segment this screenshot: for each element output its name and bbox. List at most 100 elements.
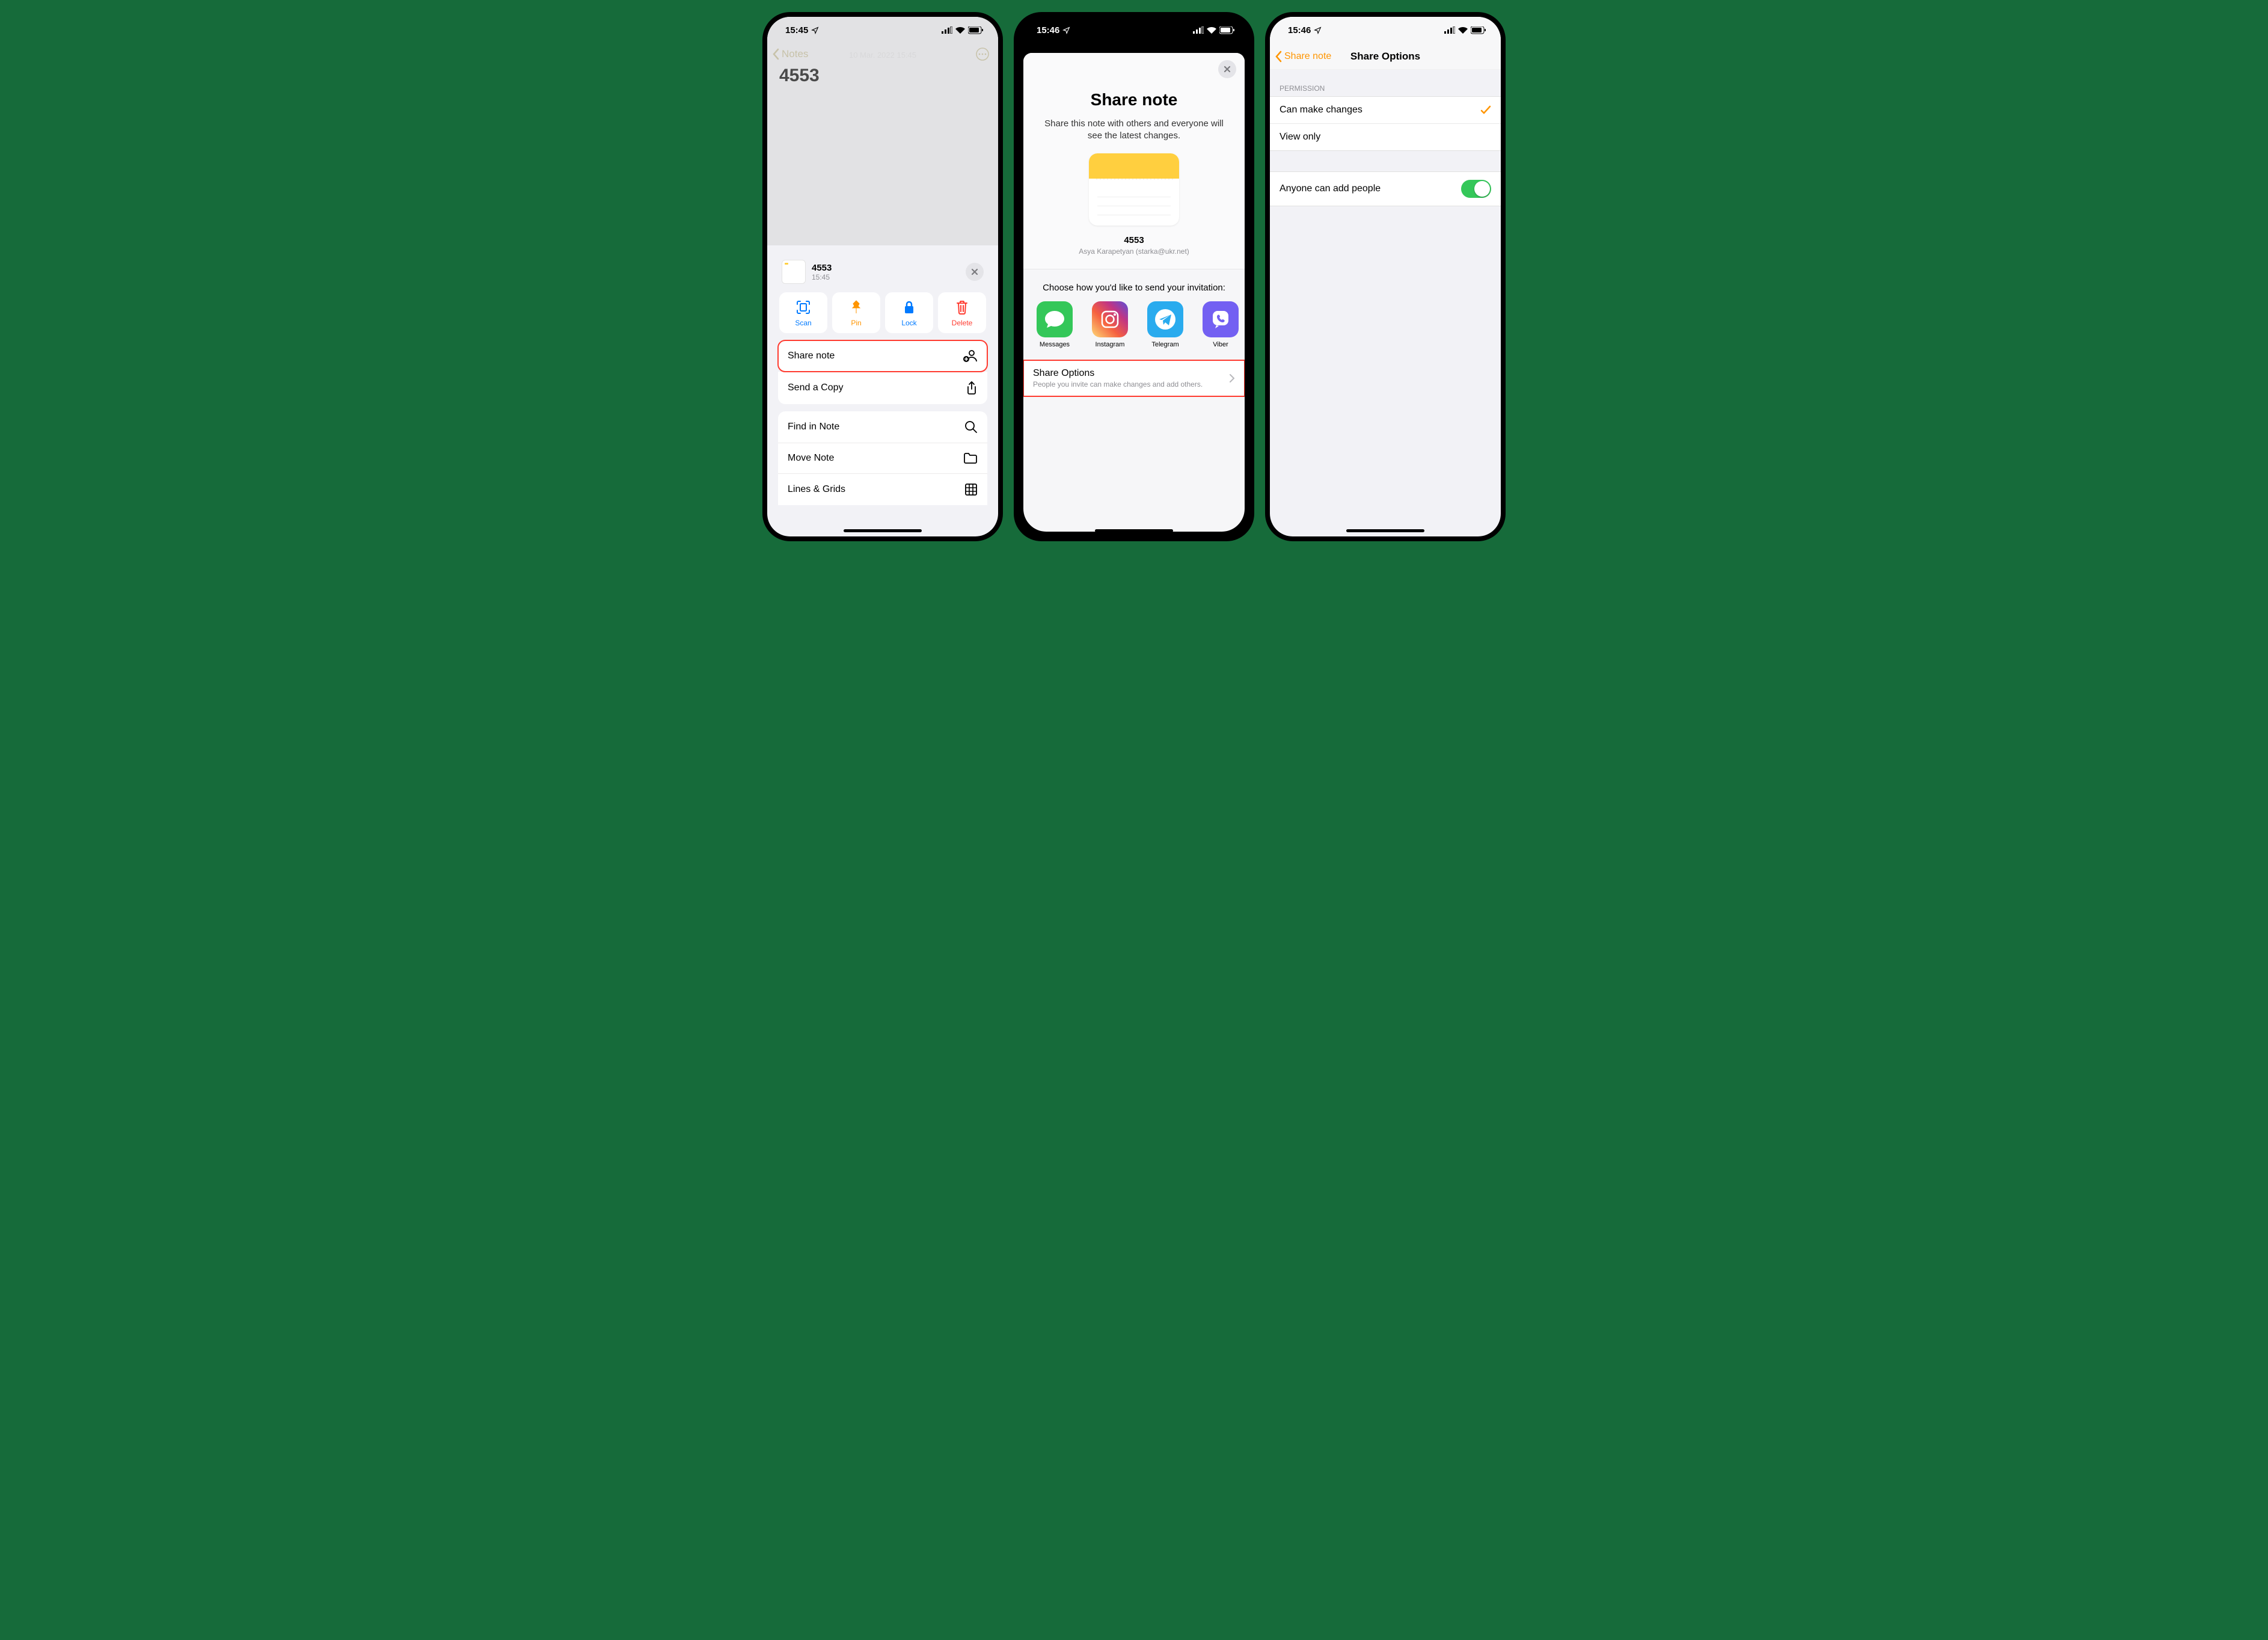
- cellular-icon: [1444, 26, 1455, 34]
- page-title: Share Options: [1350, 51, 1420, 63]
- status-icons: [1444, 26, 1486, 34]
- share-up-icon: [966, 381, 978, 395]
- screen-2: 15:46 Share note Share this note with ot…: [1019, 17, 1249, 536]
- status-time-text: 15:46: [1037, 25, 1059, 35]
- share-heading: Share note: [1038, 90, 1230, 109]
- lines-label: Lines & Grids: [788, 484, 845, 495]
- status-bar: 15:46: [1019, 17, 1249, 43]
- wifi-icon: [1458, 26, 1468, 34]
- quick-actions: Scan Pin Lock Delete: [778, 292, 987, 340]
- grid-icon: [964, 483, 978, 496]
- note-background: 15:45 Notes 10 Mar. 2022 15:45 4553: [767, 17, 998, 245]
- screen-3: 15:46 Share note Share Options Permissio…: [1270, 17, 1501, 536]
- sheet-header: 4553 15:45: [778, 260, 987, 292]
- find-in-note-row[interactable]: Find in Note: [778, 411, 987, 443]
- anyone-add-toggle[interactable]: [1461, 180, 1491, 198]
- view-only-row[interactable]: View only: [1270, 124, 1501, 150]
- wifi-icon: [955, 26, 965, 34]
- share-options-row[interactable]: Share Options People you invite can make…: [1023, 360, 1245, 396]
- note-timestamp: 10 Mar. 2022 15:45: [767, 51, 998, 60]
- home-indicator[interactable]: [844, 529, 922, 532]
- close-icon: [971, 268, 978, 275]
- back-label: Share note: [1284, 51, 1331, 62]
- app-instagram[interactable]: Instagram: [1088, 301, 1132, 348]
- share-note-row-highlight: Share note: [778, 340, 987, 372]
- pin-icon: [850, 299, 863, 315]
- lines-grids-row[interactable]: Lines & Grids: [778, 474, 987, 505]
- status-bar: 15:46: [1270, 17, 1501, 43]
- location-icon: [811, 26, 819, 34]
- note-large-icon: [1089, 153, 1179, 226]
- location-icon: [1314, 26, 1322, 34]
- chevron-left-icon: [1275, 51, 1282, 63]
- status-time: 15:46: [1288, 25, 1322, 35]
- share-header: Share note Share this note with others a…: [1023, 53, 1245, 269]
- phone-1: 15:45 Notes 10 Mar. 2022 15:45 4553: [762, 12, 1003, 541]
- share-description: Share this note with others and everyone…: [1038, 118, 1230, 143]
- battery-icon: [1471, 26, 1486, 34]
- app-label: Instagram: [1096, 341, 1125, 348]
- can-make-changes-row[interactable]: Can make changes: [1270, 97, 1501, 124]
- lock-button[interactable]: Lock: [885, 292, 933, 333]
- send-copy-group: Send a Copy: [778, 372, 987, 404]
- app-messages[interactable]: Messages: [1033, 301, 1076, 348]
- find-label: Find in Note: [788, 422, 839, 432]
- action-sheet: 4553 15:45 Scan Pin Lock: [772, 251, 993, 532]
- app-label: Telegram: [1151, 341, 1178, 348]
- note-title: 4553: [1038, 235, 1230, 245]
- scan-button[interactable]: Scan: [779, 292, 827, 333]
- status-bar: 15:45: [767, 17, 998, 43]
- cellular-icon: [1193, 26, 1204, 34]
- choose-text: Choose how you'd like to send your invit…: [1023, 269, 1245, 301]
- share-note-label: Share note: [788, 351, 835, 361]
- delete-label: Delete: [952, 319, 973, 327]
- app-viber[interactable]: Viber: [1199, 301, 1242, 348]
- close-button[interactable]: [1218, 60, 1236, 78]
- pin-label: Pin: [851, 319, 861, 327]
- close-button[interactable]: [966, 263, 984, 281]
- search-icon: [964, 420, 978, 434]
- status-time: 15:45: [785, 25, 819, 35]
- status-icons: [942, 26, 984, 34]
- back-button[interactable]: Share note: [1275, 43, 1331, 69]
- anyone-add-label: Anyone can add people: [1280, 183, 1381, 194]
- share-modal: Share note Share this note with others a…: [1023, 53, 1245, 532]
- more-actions-group: Find in Note Move Note Lines & Grids: [778, 411, 987, 505]
- lock-icon: [903, 300, 915, 315]
- app-row: Messages Instagram Telegram: [1023, 301, 1245, 353]
- view-only-label: View only: [1280, 132, 1320, 143]
- scan-icon: [795, 299, 811, 315]
- app-label: Viber: [1213, 341, 1228, 348]
- send-copy-row[interactable]: Send a Copy: [778, 372, 987, 404]
- note-thumbnail-icon: [782, 260, 806, 284]
- note-title: 4553: [767, 62, 998, 90]
- trash-icon: [955, 299, 969, 315]
- scan-label: Scan: [795, 319, 811, 327]
- sheet-subtitle: 15:45: [812, 273, 832, 281]
- move-label: Move Note: [788, 453, 834, 464]
- home-indicator[interactable]: [1346, 529, 1424, 532]
- status-time-text: 15:46: [1288, 25, 1311, 35]
- screen-1: 15:45 Notes 10 Mar. 2022 15:45 4553: [767, 17, 998, 536]
- status-icons: [1193, 26, 1235, 34]
- status-time: 15:46: [1037, 25, 1070, 35]
- messages-icon: [1037, 301, 1073, 337]
- location-icon: [1062, 26, 1070, 34]
- phone-3: 15:46 Share note Share Options Permissio…: [1265, 12, 1506, 541]
- home-indicator[interactable]: [1095, 529, 1173, 532]
- battery-icon: [1219, 26, 1235, 34]
- folder-icon: [963, 452, 978, 464]
- share-options-title: Share Options: [1033, 368, 1203, 379]
- delete-button[interactable]: Delete: [938, 292, 986, 333]
- person-add-icon: [963, 349, 978, 363]
- can-make-changes-label: Can make changes: [1280, 105, 1362, 115]
- anyone-add-group: Anyone can add people: [1270, 171, 1501, 206]
- pin-button[interactable]: Pin: [832, 292, 880, 333]
- status-time-text: 15:45: [785, 25, 808, 35]
- move-note-row[interactable]: Move Note: [778, 443, 987, 474]
- share-note-row[interactable]: Share note: [778, 340, 987, 372]
- wifi-icon: [1207, 26, 1216, 34]
- viber-icon: [1203, 301, 1239, 337]
- app-telegram[interactable]: Telegram: [1144, 301, 1187, 348]
- telegram-icon: [1147, 301, 1183, 337]
